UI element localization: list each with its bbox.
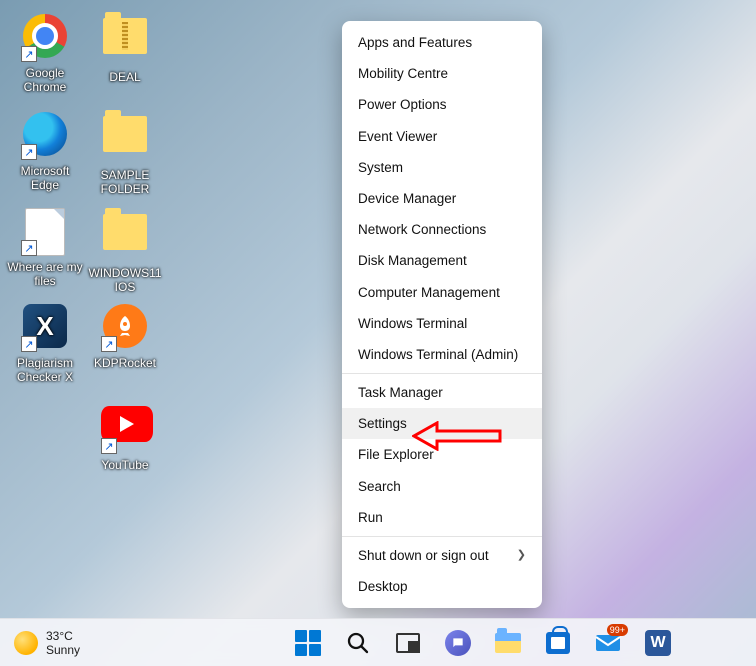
sun-icon (14, 631, 38, 655)
icon-where-are-my-files[interactable]: ↗ Where are my files (5, 208, 85, 288)
menu-settings[interactable]: Settings (342, 408, 542, 439)
icon-kdprocket[interactable]: ↗ KDPRocket (85, 302, 165, 370)
word-icon: W (645, 630, 671, 656)
menu-task-manager[interactable]: Task Manager (342, 377, 542, 408)
task-view-icon (396, 633, 420, 653)
menu-separator (342, 536, 542, 537)
menu-system[interactable]: System (342, 152, 542, 183)
start-button[interactable] (294, 629, 322, 657)
windows-logo-icon (295, 630, 321, 656)
shortcut-arrow-icon: ↗ (21, 240, 37, 256)
menu-shut-down-or-sign-out[interactable]: Shut down or sign out ❯ (342, 540, 542, 571)
icon-sample-folder[interactable]: SAMPLE FOLDER (85, 110, 165, 196)
shortcut-arrow-icon: ↗ (101, 438, 117, 454)
menu-windows-terminal-admin[interactable]: Windows Terminal (Admin) (342, 339, 542, 370)
menu-apps-and-features[interactable]: Apps and Features (342, 27, 542, 58)
icon-label: Plagiarism Checker X (17, 356, 73, 384)
word-button[interactable]: W (644, 629, 672, 657)
icon-label: Google Chrome (24, 66, 67, 94)
search-button[interactable] (344, 629, 372, 657)
zip-folder-icon (103, 18, 147, 54)
menu-file-explorer[interactable]: File Explorer (342, 439, 542, 470)
menu-power-options[interactable]: Power Options (342, 89, 542, 120)
search-icon (346, 631, 370, 655)
menu-disk-management[interactable]: Disk Management (342, 245, 542, 276)
menu-separator (342, 373, 542, 374)
icon-microsoft-edge[interactable]: ↗ Microsoft Edge (5, 110, 85, 192)
task-view-button[interactable] (394, 629, 422, 657)
icon-label: SAMPLE FOLDER (101, 168, 150, 196)
weather-text: 33°C Sunny (46, 629, 80, 657)
winx-context-menu: Apps and Features Mobility Centre Power … (342, 21, 542, 608)
shortcut-arrow-icon: ↗ (21, 144, 37, 160)
icon-deal-folder[interactable]: DEAL (85, 12, 165, 84)
icon-plagiarism-checker-x[interactable]: X ↗ Plagiarism Checker X (5, 302, 85, 384)
menu-mobility-centre[interactable]: Mobility Centre (342, 58, 542, 89)
folder-icon (103, 116, 147, 152)
microsoft-store-button[interactable] (544, 629, 572, 657)
icon-youtube[interactable]: ↗ YouTube (85, 400, 165, 472)
icon-label: DEAL (109, 70, 140, 84)
chat-button[interactable] (444, 629, 472, 657)
taskbar: 33°C Sunny (0, 618, 756, 666)
icon-label: YouTube (101, 458, 148, 472)
icon-label: WINDOWS11 IOS (88, 266, 161, 294)
file-explorer-icon (495, 633, 521, 653)
shortcut-arrow-icon: ↗ (21, 336, 37, 352)
youtube-icon (101, 406, 153, 442)
icon-label: Where are my files (7, 260, 82, 288)
menu-device-manager[interactable]: Device Manager (342, 183, 542, 214)
shortcut-arrow-icon: ↗ (21, 46, 37, 62)
menu-desktop[interactable]: Desktop (342, 571, 542, 602)
menu-event-viewer[interactable]: Event Viewer (342, 121, 542, 152)
icon-label: KDPRocket (94, 356, 156, 370)
menu-computer-management[interactable]: Computer Management (342, 277, 542, 308)
shortcut-arrow-icon: ↗ (101, 336, 117, 352)
mail-badge: 99+ (607, 624, 628, 636)
icon-label: Microsoft Edge (21, 164, 70, 192)
weather-widget[interactable]: 33°C Sunny (14, 629, 80, 657)
chat-icon (445, 630, 471, 656)
store-icon (546, 632, 570, 654)
taskbar-center: 99+ W (80, 629, 756, 657)
file-explorer-button[interactable] (494, 629, 522, 657)
icon-google-chrome[interactable]: ↗ Google Chrome (5, 12, 85, 94)
chevron-right-icon: ❯ (517, 540, 526, 571)
menu-run[interactable]: Run (342, 502, 542, 533)
mail-button[interactable]: 99+ (594, 629, 622, 657)
menu-network-connections[interactable]: Network Connections (342, 214, 542, 245)
menu-windows-terminal[interactable]: Windows Terminal (342, 308, 542, 339)
icon-windows11-ios-folder[interactable]: WINDOWS11 IOS (85, 208, 165, 294)
menu-search[interactable]: Search (342, 471, 542, 502)
folder-icon (103, 214, 147, 250)
